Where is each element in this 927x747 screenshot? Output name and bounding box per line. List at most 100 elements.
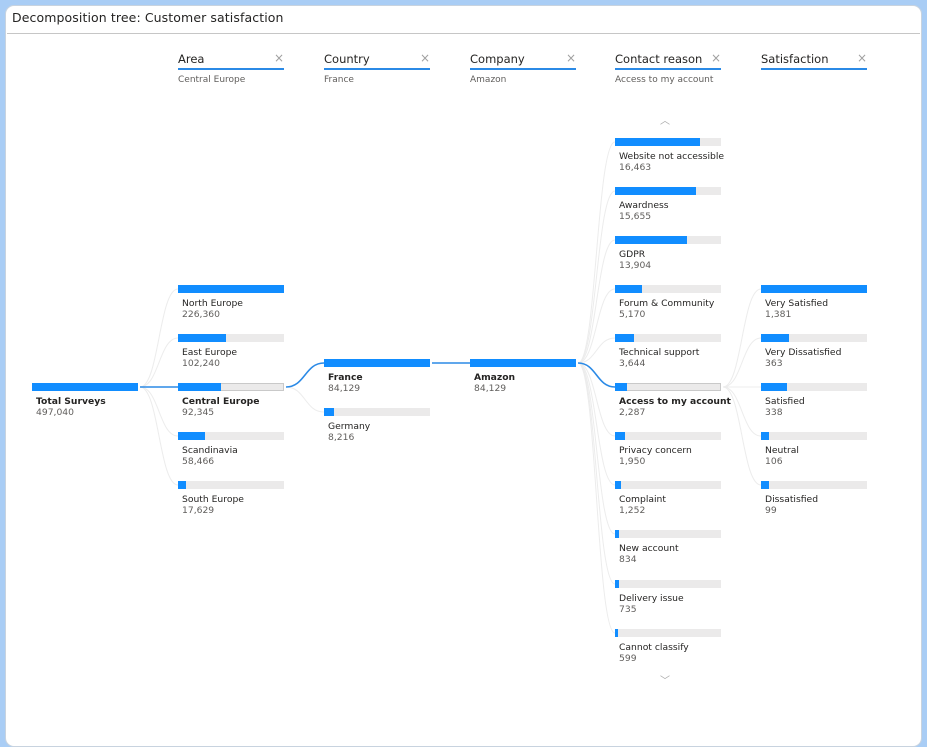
node-bar-track: [32, 383, 138, 391]
node-bar-track: [615, 187, 721, 195]
node-bar-track: [761, 481, 867, 489]
node-bar-fill: [324, 408, 335, 416]
node-bar-track: [178, 334, 284, 342]
node-bar-fill: [761, 383, 787, 391]
node-value: 226,360: [182, 309, 220, 320]
node-label: Forum & Community: [619, 298, 715, 309]
node-bar-fill: [470, 359, 576, 367]
node-bar-fill: [615, 236, 688, 244]
node-label: GDPR: [619, 249, 646, 260]
node-bar-fill: [615, 334, 635, 342]
node-value: 2,287: [619, 407, 646, 418]
tree-node-scandinavia[interactable]: Scandinavia 58,466: [178, 432, 284, 467]
node-bar-fill: [615, 481, 622, 489]
node-bar-fill: [178, 432, 206, 440]
node-label: France: [328, 372, 363, 383]
tree-node-dissatisfied[interactable]: Dissatisfied 99: [761, 481, 867, 516]
node-value: 1,950: [619, 456, 646, 467]
node-label: Neutral: [765, 445, 799, 456]
tree-node-technical-support[interactable]: Technical support 3,644: [615, 334, 721, 369]
column-filter-value: Amazon: [470, 75, 507, 85]
node-value: 58,466: [182, 456, 215, 467]
node-bar-track: [178, 383, 284, 391]
node-bar-fill: [615, 629, 619, 637]
column-header-label: Satisfaction: [761, 52, 829, 66]
tree-node-neutral[interactable]: Neutral 106: [761, 432, 867, 467]
tree-node-france[interactable]: France 84,129: [324, 359, 430, 394]
tree-node-north-europe[interactable]: North Europe 226,360: [178, 285, 284, 320]
node-bar-fill: [615, 432, 626, 440]
column-header-company: Company × Amazon: [470, 51, 576, 85]
tree-node-very-dissatisfied[interactable]: Very Dissatisfied 363: [761, 334, 867, 369]
tree-node-central-europe[interactable]: Central Europe 92,345: [178, 383, 284, 418]
tree-node-delivery-issue[interactable]: Delivery issue 735: [615, 580, 721, 615]
column-header-underline: [470, 68, 576, 70]
tree-node-amazon[interactable]: Amazon 84,129: [470, 359, 576, 394]
node-value: 599: [619, 653, 637, 664]
node-label: South Europe: [182, 494, 244, 505]
node-bar-fill: [615, 285, 642, 293]
node-bar-track: [324, 408, 430, 416]
node-bar-track: [178, 432, 284, 440]
node-bar-fill: [761, 334, 789, 342]
column-header-label: Country: [324, 52, 370, 66]
node-bar-fill: [761, 285, 867, 293]
node-bar-track: [615, 432, 721, 440]
column-header-label: Company: [470, 52, 525, 66]
node-label: Awardness: [619, 200, 669, 211]
visual-title: Decomposition tree: Customer satisfactio…: [12, 10, 284, 25]
title-divider: [7, 33, 920, 34]
node-bar-track: [761, 285, 867, 293]
close-icon[interactable]: ×: [274, 51, 284, 65]
node-value: 13,904: [619, 260, 652, 271]
node-bar-fill: [615, 580, 619, 588]
close-icon[interactable]: ×: [420, 51, 430, 65]
node-bar-fill: [178, 383, 222, 391]
column-header-label: Area: [178, 52, 205, 66]
tree-node-east-europe[interactable]: East Europe 102,240: [178, 334, 284, 369]
tree-node-access-to-my-account[interactable]: Access to my account 2,287: [615, 383, 731, 418]
tree-node-cannot-classify[interactable]: Cannot classify 599: [615, 629, 721, 664]
node-bar-track: [615, 285, 721, 293]
node-bar-fill: [761, 432, 770, 440]
node-bar-track: [470, 359, 576, 367]
tree-node-awardness[interactable]: Awardness 15,655: [615, 187, 721, 222]
tree-node-forum-community[interactable]: Forum & Community 5,170: [615, 285, 721, 320]
column-filter-value: Access to my account: [615, 75, 714, 85]
close-icon[interactable]: ×: [711, 51, 721, 65]
close-icon[interactable]: ×: [857, 51, 867, 65]
tree-node-total-surveys[interactable]: Total Surveys 497,040: [32, 383, 138, 418]
node-label: Germany: [328, 421, 371, 432]
tree-node-gdpr[interactable]: GDPR 13,904: [615, 236, 721, 271]
node-label: New account: [619, 543, 679, 554]
scroll-up-icon[interactable]: ︿: [655, 112, 675, 127]
node-value: 1,252: [619, 505, 646, 516]
node-bar-track: [178, 481, 284, 489]
column-header-underline: [615, 68, 721, 70]
node-label: Dissatisfied: [765, 494, 819, 505]
node-bar-track: [761, 432, 867, 440]
column-filter-value: Central Europe: [178, 75, 246, 85]
tree-node-new-account[interactable]: New account 834: [615, 530, 721, 565]
node-bar-fill: [178, 285, 284, 293]
tree-node-privacy-concern[interactable]: Privacy concern 1,950: [615, 432, 721, 467]
scroll-down-icon[interactable]: ﹀: [655, 672, 675, 687]
node-label: Central Europe: [182, 396, 260, 407]
node-label: North Europe: [182, 298, 243, 309]
node-bar-track: [178, 285, 284, 293]
tree-node-complaint[interactable]: Complaint 1,252: [615, 481, 721, 516]
node-value: 735: [619, 604, 637, 615]
tree-node-south-europe[interactable]: South Europe 17,629: [178, 481, 284, 516]
tree-node-website-not-accessible[interactable]: Website not accessible 16,463: [615, 138, 724, 173]
node-value: 102,240: [182, 358, 220, 369]
tree-node-germany[interactable]: Germany 8,216: [324, 408, 430, 443]
node-label: Total Surveys: [36, 396, 106, 407]
tree-node-satisfied[interactable]: Satisfied 338: [761, 383, 867, 418]
tree-node-very-satisfied[interactable]: Very Satisfied 1,381: [761, 285, 867, 320]
node-value: 497,040: [36, 407, 74, 418]
node-value: 338: [765, 407, 783, 418]
node-value: 1,381: [765, 309, 792, 320]
column-header-contact-reason: Contact reason × Access to my account: [615, 51, 721, 85]
node-bar-fill: [178, 334, 226, 342]
close-icon[interactable]: ×: [566, 51, 576, 65]
